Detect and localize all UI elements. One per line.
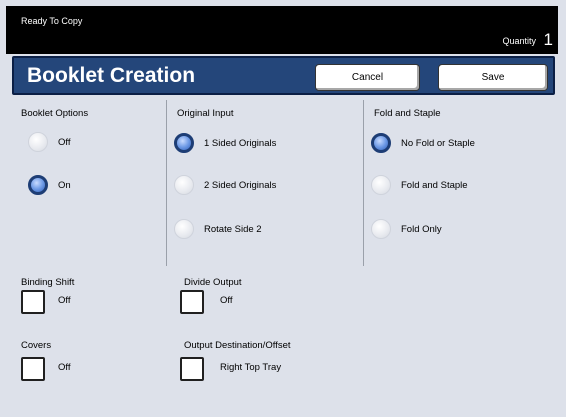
radio-button-icon — [174, 133, 194, 153]
divide-output-button[interactable] — [180, 290, 204, 314]
booklet-option-on[interactable]: On — [28, 175, 71, 195]
radio-label: Off — [58, 136, 71, 148]
fold-option-fold-and-staple[interactable]: Fold and Staple — [371, 175, 468, 195]
status-bar: Ready To Copy Quantity 1 — [6, 6, 558, 54]
options-panel: Booklet Options Off On Original Input 1 … — [12, 97, 555, 407]
column-divider — [166, 100, 167, 266]
divide-output-label: Divide Output — [184, 277, 242, 288]
cancel-button[interactable]: Cancel — [315, 64, 420, 91]
radio-button-icon — [174, 175, 194, 195]
save-button[interactable]: Save — [438, 64, 548, 91]
radio-label: No Fold or Staple — [401, 137, 475, 149]
original-input-2-sided[interactable]: 2 Sided Originals — [174, 175, 276, 195]
output-destination-label: Output Destination/Offset — [184, 340, 291, 351]
radio-label: 1 Sided Originals — [204, 137, 277, 149]
radio-button-icon — [371, 219, 391, 239]
original-input-1-sided[interactable]: 1 Sided Originals — [174, 133, 276, 153]
fold-option-no-fold-or-staple[interactable]: No Fold or Staple — [371, 133, 475, 153]
divide-output-value: Off — [220, 295, 233, 306]
radio-button-icon — [28, 175, 48, 195]
original-input-heading: Original Input — [177, 108, 234, 119]
covers-label: Covers — [21, 340, 52, 351]
radio-label: Fold Only — [401, 223, 442, 235]
original-input-rotate-side-2[interactable]: Rotate Side 2 — [174, 219, 262, 239]
covers-value: Off — [58, 362, 71, 373]
page-header: Booklet Creation Cancel Save — [12, 56, 555, 95]
binding-shift-label: Binding Shift — [21, 277, 75, 288]
fold-staple-heading: Fold and Staple — [374, 108, 441, 119]
radio-button-icon — [28, 132, 48, 152]
quantity-value: 1 — [543, 30, 553, 49]
column-divider — [363, 100, 364, 266]
radio-button-icon — [371, 175, 391, 195]
radio-button-icon — [174, 219, 194, 239]
binding-shift-button[interactable] — [21, 290, 45, 314]
radio-label: On — [58, 179, 71, 191]
booklet-option-off[interactable]: Off — [28, 132, 71, 152]
page-title: Booklet Creation — [27, 64, 196, 87]
status-text: Ready To Copy — [21, 16, 83, 26]
output-destination-value: Right Top Tray — [220, 362, 282, 373]
radio-label: 2 Sided Originals — [204, 179, 277, 191]
covers-button[interactable] — [21, 357, 45, 381]
fold-option-fold-only[interactable]: Fold Only — [371, 219, 442, 239]
output-destination-button[interactable] — [180, 357, 204, 381]
radio-button-icon — [371, 133, 391, 153]
booklet-options-heading: Booklet Options — [21, 108, 89, 119]
radio-label: Rotate Side 2 — [204, 223, 262, 235]
radio-label: Fold and Staple — [401, 179, 468, 191]
quantity-label: Quantity — [502, 36, 536, 46]
binding-shift-value: Off — [58, 295, 71, 306]
